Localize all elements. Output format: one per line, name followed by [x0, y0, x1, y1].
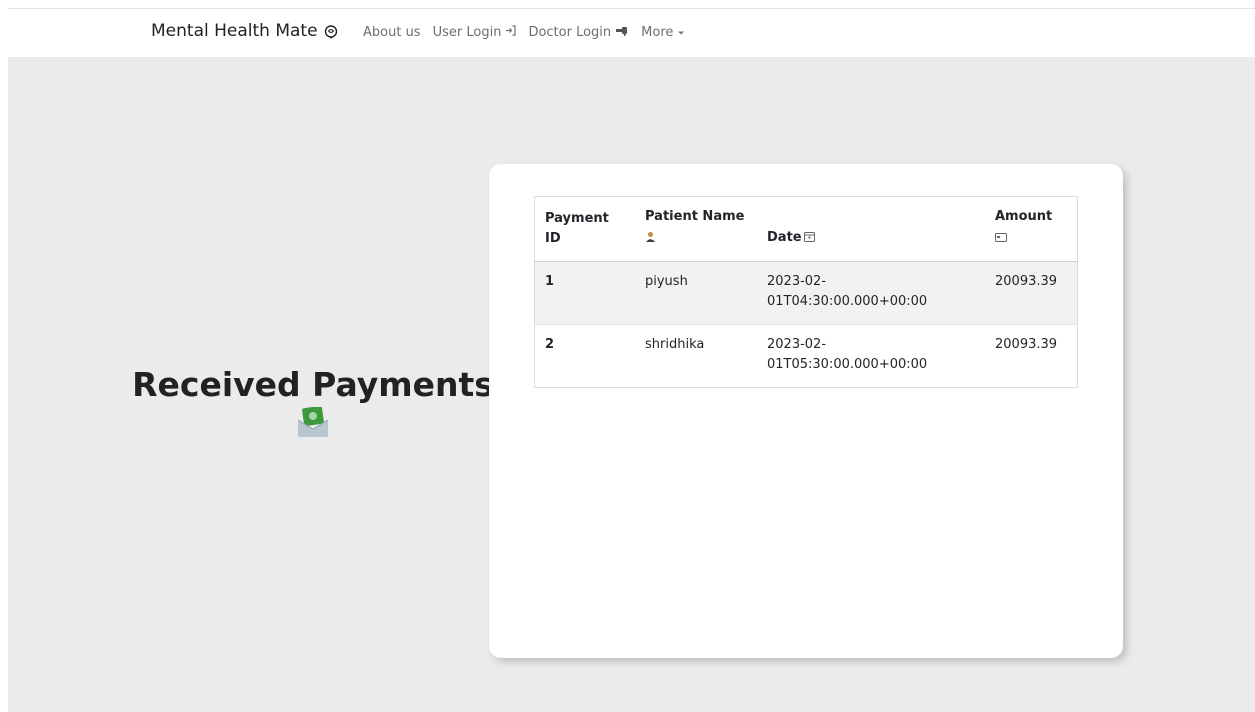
nav-about-us[interactable]: About us [363, 25, 421, 40]
heading-block: Received Payments [123, 365, 503, 437]
header-date: Date [757, 196, 985, 262]
page-title: Received Payments [132, 365, 494, 404]
person-icon [645, 229, 747, 249]
cell-patient-name: piyush [635, 261, 757, 325]
nav-more-dropdown[interactable]: More [641, 25, 685, 40]
nav-doctor-login[interactable]: Doctor Login [528, 25, 629, 40]
header-amount-label: Amount [995, 209, 1053, 224]
calendar-icon [803, 229, 815, 249]
nav-doctor-login-label: Doctor Login [528, 25, 612, 40]
header-payment-id: Payment ID [534, 196, 635, 262]
payments-table: Payment ID Patient Name Date Amount 1 pi… [534, 196, 1078, 388]
brain-icon [324, 24, 338, 39]
nav-user-login-label: User Login [432, 25, 502, 40]
login-arrow-icon [505, 25, 517, 40]
card-icon [995, 229, 1067, 249]
cell-patient-name: shridhika [635, 324, 757, 388]
nav-links: About us User Login Doctor Login More [363, 25, 685, 40]
cell-date-line1: 2023-02- [767, 337, 827, 352]
header-payment-id-label: Payment ID [545, 211, 609, 246]
cell-amount: 20093.39 [985, 261, 1078, 325]
money-envelope-icon [297, 405, 329, 437]
cell-amount: 20093.39 [985, 324, 1078, 388]
cell-date: 2023-02- 01T04:30:00.000+00:00 [757, 261, 985, 325]
cell-payment-id: 2 [534, 324, 635, 388]
header-patient-name-label: Patient Name [645, 209, 745, 224]
brand[interactable]: Mental Health Mate [151, 21, 338, 41]
cell-date-line2: 01T05:30:00.000+00:00 [767, 357, 928, 372]
caret-down-icon [677, 25, 685, 40]
table-row: 1 piyush 2023-02- 01T04:30:00.000+00:00 … [534, 261, 1078, 325]
table-header-row: Payment ID Patient Name Date Amount [534, 196, 1078, 262]
cell-date-line2: 01T04:30:00.000+00:00 [767, 294, 928, 309]
nav-user-login[interactable]: User Login [433, 25, 517, 40]
brand-name: Mental Health Mate [151, 21, 318, 41]
header-patient-name: Patient Name [635, 196, 757, 262]
table-row: 2 shridhika 2023-02- 01T05:30:00.000+00:… [534, 324, 1078, 388]
navbar: Mental Health Mate About us User Login D… [8, 9, 1255, 57]
cell-date-line1: 2023-02- [767, 274, 827, 289]
main-content: Received Payments Payment ID Patient Nam… [8, 57, 1255, 712]
header-date-label: Date [767, 230, 802, 245]
page: Mental Health Mate About us User Login D… [0, 0, 1255, 712]
payments-card: Payment ID Patient Name Date Amount 1 pi… [489, 164, 1123, 658]
nav-about-us-label: About us [363, 25, 421, 40]
cell-date: 2023-02- 01T05:30:00.000+00:00 [757, 324, 985, 388]
cell-payment-id: 1 [534, 261, 635, 325]
nav-more-label: More [641, 25, 674, 40]
doctor-icon [615, 25, 629, 40]
header-amount: Amount [985, 196, 1078, 262]
